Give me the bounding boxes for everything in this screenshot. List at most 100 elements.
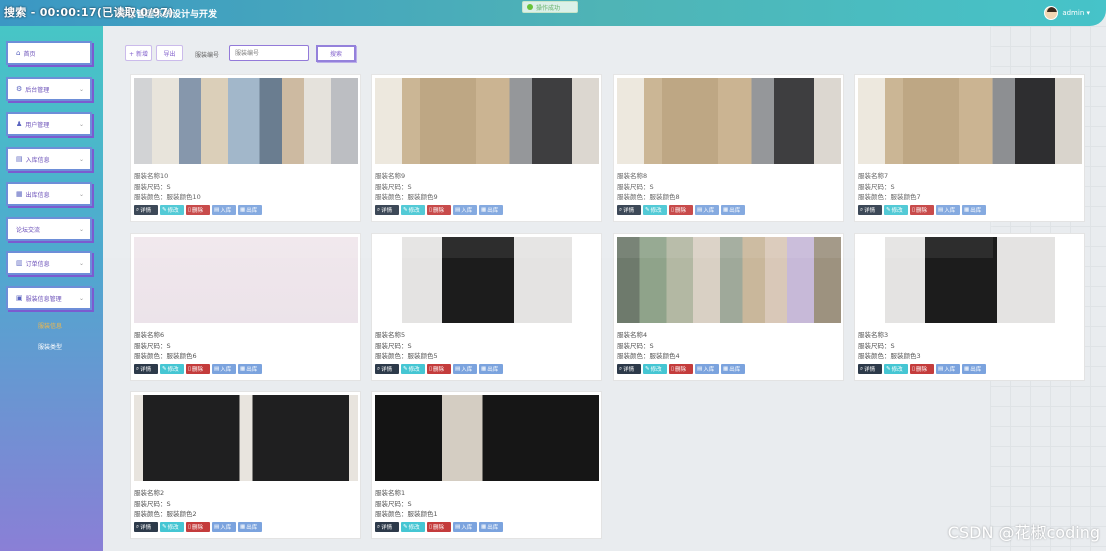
sidebar-item[interactable]: ⌂ 首页 [6,41,92,65]
card-size-label: 服装尺码： [134,342,167,350]
edit-icon: ✎ [162,366,167,372]
sidebar-item[interactable]: ⚙ 后台管理 ⌄ [6,77,92,101]
check-circle-icon [527,4,533,10]
stock-out-button[interactable]: ▦ 出库 [962,364,986,374]
delete-button[interactable]: ▯ 删除 [669,364,693,374]
stock-out-button[interactable]: ▦ 出库 [721,364,745,374]
edit-button-label: 修改 [167,525,179,531]
detail-button-label: 详情 [381,367,393,373]
edit-button[interactable]: ✎ 修改 [160,364,184,374]
card-name: 服装名称2 [134,489,165,497]
stock-in-button[interactable]: ▤ 入库 [453,522,477,532]
card-size-label: 服装尺码： [375,342,408,350]
edit-button-label: 修改 [167,367,179,373]
edit-icon: ✎ [403,366,408,372]
stock-out-button[interactable]: ▦ 出库 [479,364,503,374]
product-photo[interactable] [134,395,358,481]
stock-in-button[interactable]: ▤ 入库 [695,364,719,374]
product-photo[interactable] [375,395,599,481]
edit-button-label: 修改 [408,367,420,373]
user-menu[interactable]: admin ▾ [1044,6,1090,20]
card-color-row: 服装颜色：服装颜色1 [375,508,438,518]
search-icon: ⌕ [377,523,381,530]
inbox-icon: ▤ [16,155,23,163]
sidebar-item[interactable]: ▤ 入库信息 ⌄ [6,147,92,171]
sidebar-item[interactable]: 论坛交流 ⌄ [6,217,92,241]
delete-button[interactable]: ▯ 删除 [427,364,451,374]
card-size-label: 服装尺码： [375,500,408,508]
chevron-down-icon: ⌄ [78,260,84,267]
stock-in-button-label: 入库 [461,525,473,531]
card-actions: ⌕ 详情 ✎ 修改 ▯ 删除 ▤ 入库 ▦ 出库 [617,364,745,374]
trash-icon: ▯ [429,366,433,372]
stock-in-button-label: 入库 [220,367,232,373]
card-name-row: 服装名称1 [375,487,405,497]
sidebar-subitem[interactable]: 服装信息 [38,321,62,330]
detail-button[interactable]: ⌕ 详情 [858,364,882,374]
outbox-icon: ▦ [240,366,246,372]
detail-button-label: 详情 [140,367,152,373]
detail-button[interactable]: ⌕ 详情 [617,364,641,374]
detail-button[interactable]: ⌕ 详情 [134,522,158,532]
delete-button[interactable]: ▯ 删除 [427,522,451,532]
card-color: 服装颜色2 [166,510,197,518]
sidebar-item-label: 用户管理 [25,121,50,129]
edit-button[interactable]: ✎ 修改 [160,522,184,532]
detail-button[interactable]: ⌕ 详情 [134,364,158,374]
clothes-icon: ▣ [16,294,23,302]
card-color-row: 服装颜色：服装颜色2 [134,508,197,518]
sidebar-subitem[interactable]: 服装类型 [38,342,62,351]
stock-in-button-label: 入库 [461,367,473,373]
trash-icon: ▯ [188,366,192,372]
card-name: 服装名称3 [858,331,889,339]
stock-out-button-label: 出库 [487,525,499,531]
chevron-down-icon: ⌄ [78,226,84,233]
card-color-label: 服装颜色： [134,352,167,360]
stock-in-button[interactable]: ▤ 入库 [212,522,236,532]
stock-out-button[interactable]: ▦ 出库 [479,522,503,532]
card-size: S [407,500,412,508]
edit-button[interactable]: ✎ 修改 [401,522,425,532]
stock-out-button-label: 出库 [246,367,258,373]
stock-in-button[interactable]: ▤ 入库 [212,364,236,374]
edit-button[interactable]: ✎ 修改 [884,364,908,374]
sidebar-item[interactable]: ▥ 订单信息 ⌄ [6,251,92,275]
card-size: S [407,342,412,350]
edit-button[interactable]: ✎ 修改 [643,364,667,374]
detail-button[interactable]: ⌕ 详情 [375,364,399,374]
outbox-icon: ▦ [723,366,729,372]
card-color-row: 服装颜色：服装颜色4 [617,350,680,360]
card-size-label: 服装尺码： [858,342,891,350]
outbox-icon: ▦ [16,190,23,198]
card-name: 服装名称5 [375,331,406,339]
chevron-down-icon: ⌄ [78,156,84,163]
card-size: S [890,342,895,350]
stock-in-button-label: 入库 [703,367,715,373]
delete-button[interactable]: ▯ 删除 [186,522,210,532]
card-size: S [166,500,171,508]
trash-icon: ▯ [429,524,433,530]
user-name[interactable]: admin ▾ [1062,9,1090,17]
edit-button[interactable]: ✎ 修改 [401,364,425,374]
delete-button[interactable]: ▯ 删除 [910,364,934,374]
product-card[interactable]: 服装名称2 服装尺码：S 服装颜色：服装颜色2 ⌕ 详情 ✎ 修改 ▯ 删除 ▤ 入库 ▦ 出库 [130,391,361,539]
stock-in-button[interactable]: ▤ 入库 [936,364,960,374]
sidebar-item[interactable]: ♟ 用户管理 ⌄ [6,112,92,136]
search-icon: ⌕ [136,365,140,372]
product-card[interactable]: 服装名称1 服装尺码：S 服装颜色：服装颜色1 ⌕ 详情 ✎ 修改 ▯ 删除 ▤ 入库 ▦ 出库 [371,391,602,539]
toast-text: 操作成功 [536,4,561,12]
search-icon: ⌕ [860,365,864,372]
card-name-row: 服装名称6 [134,329,164,339]
trash-icon: ▯ [188,524,192,530]
detail-button[interactable]: ⌕ 详情 [375,522,399,532]
card-color-label: 服装颜色： [134,510,167,518]
avatar[interactable] [1044,6,1059,20]
sidebar-item-label: 首页 [23,50,36,58]
sidebar-item[interactable]: ▦ 出库信息 ⌄ [6,182,92,206]
stock-in-button[interactable]: ▤ 入库 [453,364,477,374]
home-icon: ⌂ [16,49,21,57]
stock-out-button[interactable]: ▦ 出库 [238,364,262,374]
delete-button[interactable]: ▯ 删除 [186,364,210,374]
sidebar-item[interactable]: ▣ 服装信息管理 ⌄ [6,286,92,310]
stock-out-button[interactable]: ▦ 出库 [238,522,262,532]
